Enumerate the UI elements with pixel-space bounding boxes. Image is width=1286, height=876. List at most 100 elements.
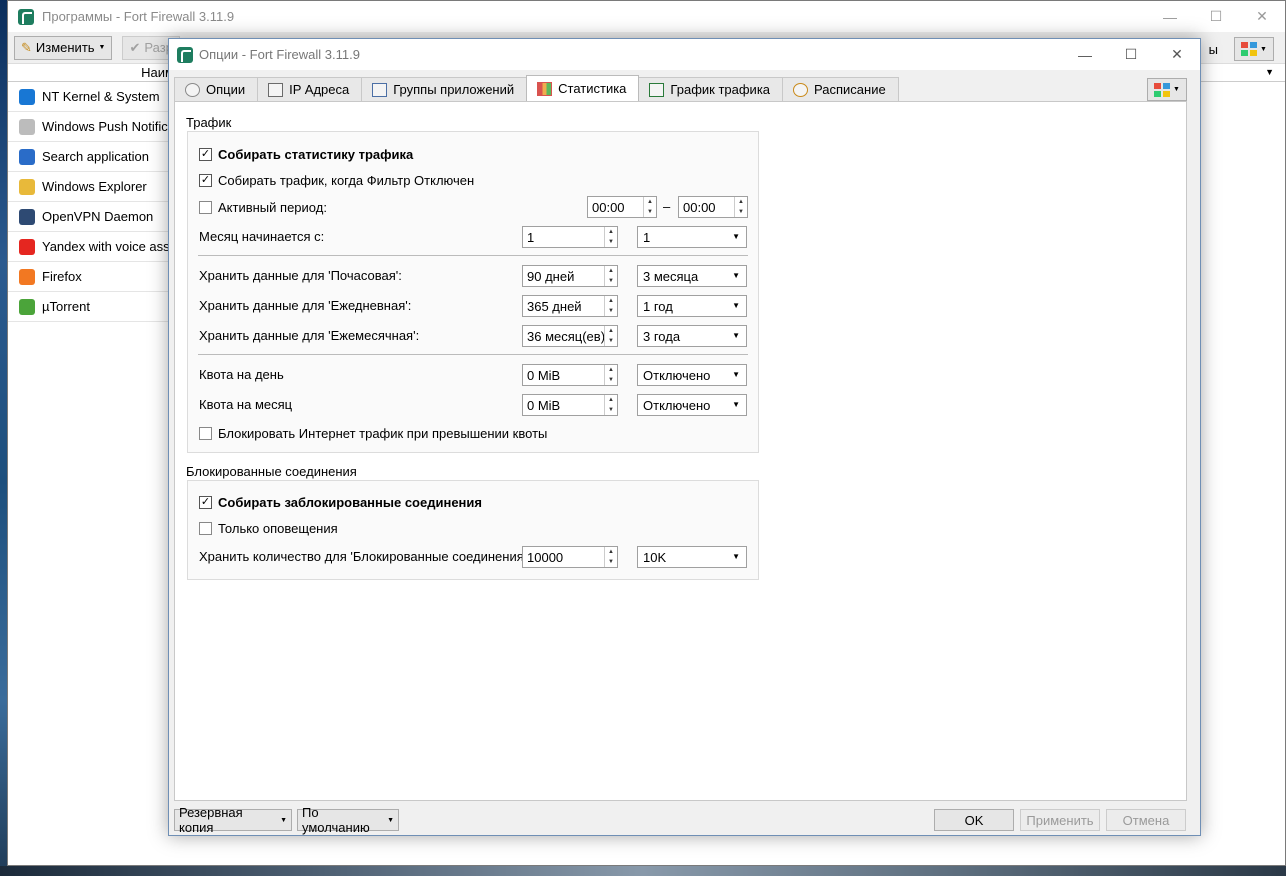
programs-menu-button[interactable]: ▼ — [1234, 37, 1274, 61]
chevron-down-icon: ▼ — [98, 44, 106, 51]
active-period-to-input[interactable]: 00:00 ▲ ▼ — [678, 196, 748, 218]
keep-count-combo-value: 10K — [643, 549, 667, 565]
app-name: Yandex with voice assis — [42, 239, 168, 254]
active-period-to-value: 00:00 — [683, 199, 716, 215]
tab-ip-address[interactable]: IP Адреса — [257, 77, 363, 101]
block-on-quota-row[interactable]: Блокировать Интернет трафик при превышен… — [199, 423, 547, 443]
collect-stats-checkbox[interactable]: ✓ — [199, 147, 212, 161]
spin-arrows-icon[interactable]: ▲ ▼ — [734, 197, 747, 217]
dialog-maximize-button[interactable]: ☐ — [1108, 39, 1154, 70]
list-item[interactable]: Windows Explorer — [8, 172, 168, 202]
keep-hourly-value: 90 дней — [527, 268, 575, 284]
keep-hourly-combo[interactable]: 3 месяца ▼ — [637, 265, 747, 287]
spin-arrows-icon[interactable]: ▲ ▼ — [604, 365, 617, 385]
tab-statistics[interactable]: Статистика — [526, 75, 640, 101]
keep-monthly-combo-value: 3 года — [643, 328, 681, 344]
spin-arrows-icon[interactable]: ▲ ▼ — [604, 266, 617, 286]
dialog-button-bar: Резервная копия ▼ По умолчанию ▼ OK Прим… — [174, 805, 1187, 835]
list-item[interactable]: OpenVPN Daemon — [8, 202, 168, 232]
collect-stats-row[interactable]: ✓ Собирать статистику трафика — [199, 144, 413, 164]
spin-arrows-icon[interactable]: ▲ ▼ — [604, 326, 617, 346]
spin-arrows-icon[interactable]: ▲ ▼ — [604, 227, 617, 247]
keep-daily-input[interactable]: 365 дней ▲ ▼ — [522, 295, 618, 317]
app-icon — [19, 298, 35, 315]
quota-month-value: 0 MiB — [527, 397, 561, 413]
quota-day-label: Квота на день — [199, 367, 284, 382]
tab-traffic-graph[interactable]: График трафика — [638, 77, 784, 101]
close-button[interactable]: ✕ — [1239, 1, 1285, 32]
keep-daily-label: Хранить данные для 'Ежедневная': — [199, 298, 412, 313]
options-dialog-title: Опции - Fort Firewall 3.11.9 — [199, 47, 360, 62]
active-period-from-input[interactable]: 00:00 ▲ ▼ — [587, 196, 657, 218]
list-item[interactable]: Firefox — [8, 262, 168, 292]
app-name: Windows Push Notificat — [42, 119, 168, 134]
spin-arrows-icon[interactable]: ▲ ▼ — [604, 395, 617, 415]
spin-arrows-icon[interactable]: ▲ ▼ — [604, 547, 617, 567]
app-groups-icon — [372, 82, 388, 97]
collect-blocked-row[interactable]: ✓ Собирать заблокированные соединения — [199, 492, 482, 512]
list-item[interactable]: Yandex with voice assis — [8, 232, 168, 262]
keep-hourly-input[interactable]: 90 дней ▲ ▼ — [522, 265, 618, 287]
backup-button-label: Резервная копия — [179, 805, 243, 835]
list-item[interactable]: NT Kernel & System — [8, 82, 168, 112]
collect-when-off-checkbox[interactable]: ✓ — [199, 173, 212, 187]
app-name: OpenVPN Daemon — [42, 209, 154, 224]
keep-count-input[interactable]: 10000 ▲ ▼ — [522, 546, 618, 568]
list-item[interactable]: Windows Push Notificat — [8, 112, 168, 142]
clock-icon — [793, 82, 809, 97]
backup-button[interactable]: Резервная копия ▼ — [174, 805, 292, 835]
collect-when-off-row[interactable]: ✓ Собирать трафик, когда Фильтр Отключен — [199, 170, 474, 190]
month-start-input[interactable]: 1 ▲ ▼ — [522, 226, 618, 248]
edit-button[interactable]: ✎ Изменить ▼ — [14, 35, 113, 60]
chevron-down-icon: ▼ — [1173, 86, 1180, 93]
gear-icon — [185, 82, 200, 97]
keep-monthly-input[interactable]: 36 месяц(ев) ▲ ▼ — [522, 325, 618, 347]
fort-firewall-icon — [177, 46, 193, 63]
alerts-only-row[interactable]: Только оповещения — [199, 518, 338, 538]
separator — [198, 354, 748, 355]
tab-clock[interactable]: Расписание — [782, 77, 899, 101]
keep-daily-combo-value: 1 год — [643, 298, 673, 314]
keep-hourly-combo-value: 3 месяца — [643, 268, 699, 284]
dialog-close-button[interactable]: ✕ — [1154, 39, 1200, 70]
cancel-button[interactable]: Отмена — [1106, 809, 1186, 831]
statistics-panel: Трафик ✓ Собирать статистику трафика ✓ С… — [174, 101, 1187, 801]
name-column-header[interactable]: Наим — [8, 65, 178, 80]
quota-month-combo[interactable]: Отключено ▼ — [637, 394, 747, 416]
tab-app-groups[interactable]: Группы приложений — [361, 77, 528, 101]
sort-arrow-icon[interactable]: ▼ — [1265, 67, 1274, 77]
month-start-combo[interactable]: 1 ▼ — [637, 226, 747, 248]
quota-day-combo[interactable]: Отключено ▼ — [637, 364, 747, 386]
active-period-row[interactable]: Активный период: — [199, 197, 327, 217]
list-item[interactable]: µTorrent — [8, 292, 168, 322]
collect-blocked-checkbox[interactable]: ✓ — [199, 495, 212, 509]
active-period-checkbox[interactable] — [199, 200, 212, 214]
minimize-button[interactable]: — — [1147, 1, 1193, 32]
dialog-minimize-button[interactable]: — — [1062, 39, 1108, 70]
dialog-menu-button[interactable]: ▼ — [1147, 78, 1187, 101]
pencil-icon: ✎ — [21, 39, 32, 55]
spin-arrows-icon[interactable]: ▲ ▼ — [604, 296, 617, 316]
keep-daily-combo[interactable]: 1 год ▼ — [637, 295, 747, 317]
options-dialog-titlebar[interactable]: Опции - Fort Firewall 3.11.9 — [169, 39, 1200, 70]
block-on-quota-label: Блокировать Интернет трафик при превышен… — [218, 425, 548, 441]
defaults-button[interactable]: По умолчанию ▼ — [297, 805, 399, 835]
tab-gear[interactable]: Опции — [174, 77, 259, 101]
block-on-quota-checkbox[interactable] — [199, 426, 212, 440]
quota-month-input[interactable]: 0 MiB ▲ ▼ — [522, 394, 618, 416]
ok-button[interactable]: OK — [934, 809, 1014, 831]
apply-button[interactable]: Применить — [1020, 809, 1100, 831]
collect-blocked-label: Собирать заблокированные соединения — [218, 494, 482, 510]
keep-count-combo[interactable]: 10K ▼ — [637, 546, 747, 568]
quota-day-input[interactable]: 0 MiB ▲ ▼ — [522, 364, 618, 386]
tab-label: Группы приложений — [393, 82, 515, 97]
maximize-button[interactable]: ☐ — [1193, 1, 1239, 32]
programs-window-titlebar[interactable]: Программы - Fort Firewall 3.11.9 — [8, 1, 1285, 32]
programs-window-controls: — ☐ ✕ — [1147, 1, 1285, 32]
spin-arrows-icon[interactable]: ▲ ▼ — [643, 197, 656, 217]
keep-monthly-combo[interactable]: 3 года ▼ — [637, 325, 747, 347]
period-dash: – — [663, 199, 671, 214]
list-item[interactable]: Search application — [8, 142, 168, 172]
alerts-only-checkbox[interactable] — [199, 521, 212, 535]
month-start-value: 1 — [527, 229, 535, 245]
